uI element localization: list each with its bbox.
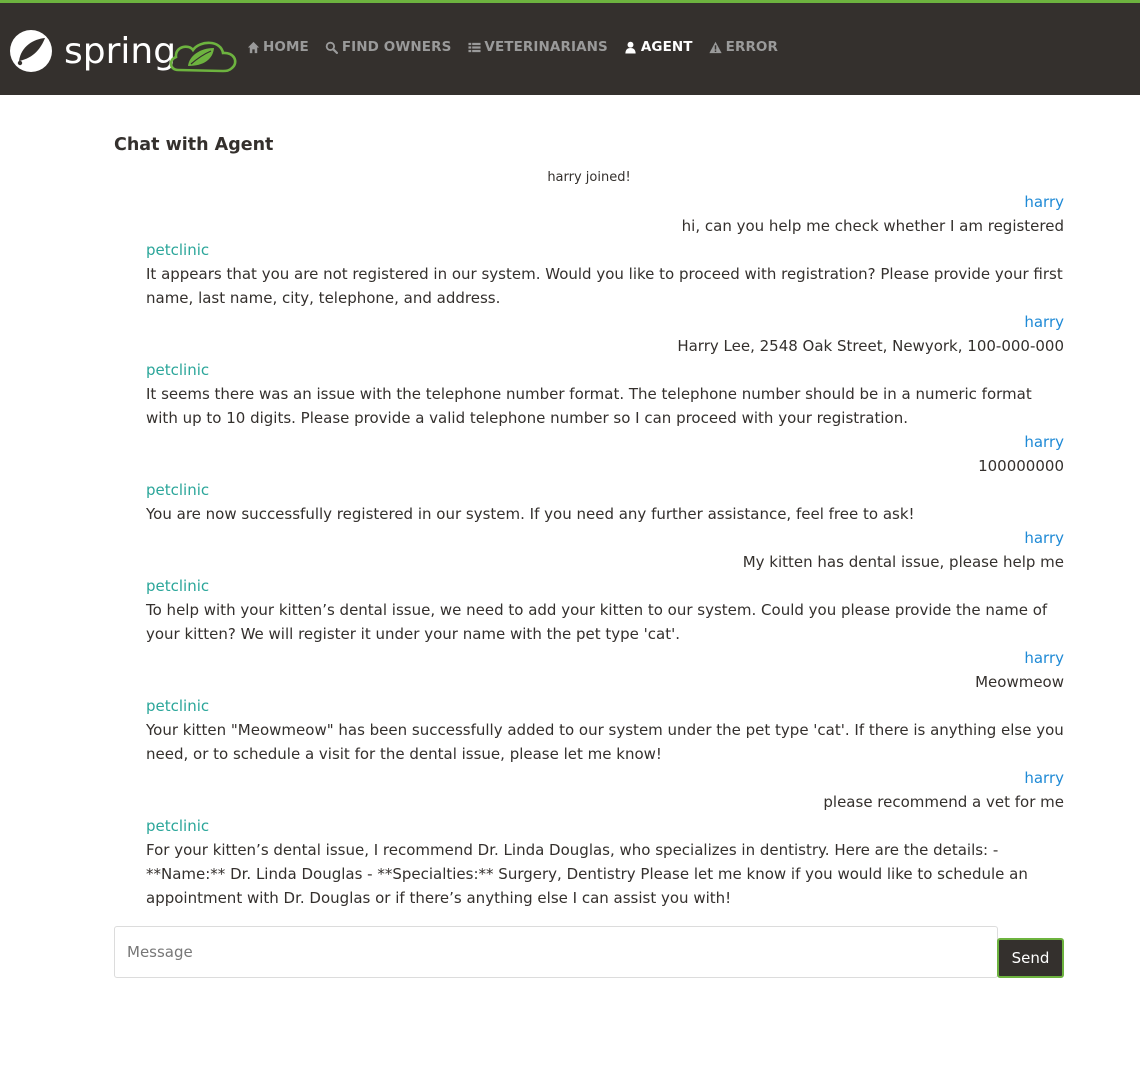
message-text: 100000000	[978, 457, 1064, 475]
chat-message-agent: petclinic It seems there was an issue wi…	[114, 358, 1064, 430]
chat-message-agent: petclinic Your kitten "Meowmeow" has bee…	[114, 694, 1064, 766]
chat-message-user: harry hi, can you help me check whether …	[114, 190, 1064, 238]
chat-log: harry joined! harry hi, can you help me …	[114, 166, 1064, 910]
chat-message-user: harry My kitten has dental issue, please…	[114, 526, 1064, 574]
spring-logo[interactable]: spring	[8, 28, 238, 78]
chat-message-user: harry Harry Lee, 2548 Oak Street, Newyor…	[114, 310, 1064, 358]
message-sender: petclinic	[146, 361, 210, 379]
message-sender: petclinic	[146, 817, 210, 835]
nav-home-label: HOME	[263, 39, 309, 55]
message-sender: petclinic	[146, 481, 210, 499]
nav-error[interactable]: ERROR	[709, 39, 778, 55]
message-sender: harry	[1024, 433, 1064, 451]
message-sender: petclinic	[146, 577, 210, 595]
message-sender: harry	[1024, 529, 1064, 547]
brand-text: spring	[64, 31, 176, 72]
message-text: hi, can you help me check whether I am r…	[681, 217, 1064, 235]
nav-veterinarians-label: VETERINARIANS	[484, 39, 608, 55]
send-button[interactable]: Send	[997, 938, 1064, 978]
chat-message-user: harry 100000000	[114, 430, 1064, 478]
warning-icon	[709, 40, 723, 54]
chat-message-agent: petclinic For your kitten’s dental issue…	[114, 814, 1064, 910]
nav-agent-label: AGENT	[640, 39, 693, 55]
message-text: To help with your kitten’s dental issue,…	[146, 601, 1048, 643]
message-text: It appears that you are not registered i…	[146, 265, 1063, 307]
message-text: Your kitten "Meowmeow" has been successf…	[146, 721, 1064, 763]
user-icon	[624, 40, 638, 54]
nav-agent[interactable]: AGENT	[624, 39, 693, 55]
message-input[interactable]	[114, 926, 998, 978]
message-text: You are now successfully registered in o…	[146, 505, 915, 523]
message-sender: harry	[1024, 193, 1064, 211]
message-text: It seems there was an issue with the tel…	[146, 385, 1032, 427]
spring-logo-icon: spring	[10, 30, 237, 73]
message-sender: petclinic	[146, 241, 210, 259]
message-text: For your kitten’s dental issue, I recomm…	[146, 841, 1028, 907]
nav-find-owners[interactable]: FIND OWNERS	[325, 39, 452, 55]
search-icon	[325, 40, 339, 54]
home-icon	[246, 40, 260, 54]
message-text: Harry Lee, 2548 Oak Street, Newyork, 100…	[677, 337, 1064, 355]
message-sender: harry	[1024, 769, 1064, 787]
message-text: Meowmeow	[975, 673, 1064, 691]
message-composer: Send	[114, 926, 1064, 978]
page-title: Chat with Agent	[114, 135, 274, 155]
message-text: please recommend a vet for me	[823, 793, 1064, 811]
top-navbar: spring HOME FIND OWNERS VETERINARIANS AG…	[0, 0, 1140, 95]
message-sender: harry	[1024, 313, 1064, 331]
nav-error-label: ERROR	[725, 39, 779, 55]
chat-message-agent: petclinic To help with your kitten’s den…	[114, 574, 1064, 646]
chat-message-agent: petclinic You are now successfully regis…	[114, 478, 1064, 526]
message-text: My kitten has dental issue, please help …	[742, 553, 1064, 571]
system-message: harry joined!	[547, 170, 631, 185]
nav-find-owners-label: FIND OWNERS	[341, 39, 452, 55]
message-sender: harry	[1024, 649, 1064, 667]
message-sender: petclinic	[146, 697, 210, 715]
nav-home[interactable]: HOME	[246, 39, 309, 55]
list-icon	[467, 40, 481, 54]
chat-message-agent: petclinic It appears that you are not re…	[114, 238, 1064, 310]
nav-veterinarians[interactable]: VETERINARIANS	[467, 39, 608, 55]
chat-message-user: harry Meowmeow	[114, 646, 1064, 694]
chat-message-user: harry please recommend a vet for me	[114, 766, 1064, 814]
